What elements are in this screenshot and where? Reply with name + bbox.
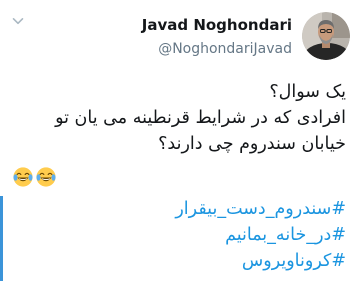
author-display-name[interactable]: Javad Noghondari	[142, 15, 292, 35]
tweet-text-line: خیابان سندروم چی دارند؟	[158, 134, 346, 154]
tweet-text: یک سوال؟ افرادی که در شرایط قرنطینه می ی…	[11, 79, 346, 157]
tweet-header: Javad Noghondari @NoghondariJavad	[142, 12, 350, 60]
hashtag-link[interactable]: #کرونا‌ویروس	[175, 248, 346, 274]
face-with-tears-of-joy-icon: 😂	[13, 167, 33, 187]
avatar[interactable]	[302, 12, 350, 60]
avatar-image	[302, 12, 350, 60]
hashtag-link[interactable]: #سندروم_دست_بیقرار	[175, 196, 346, 222]
author-names: Javad Noghondari @NoghondariJavad	[142, 12, 292, 59]
author-handle[interactable]: @NoghondariJavad	[142, 39, 292, 59]
tweet-card: Javad Noghondari @NoghondariJavad یک سوا…	[0, 0, 360, 281]
selection-accent-bar	[0, 196, 3, 281]
hashtag-list: #سندروم_دست_بیقرار #در_خانه_بمانیم #کرون…	[175, 196, 346, 274]
emoji-row: 😂 😂	[12, 166, 57, 188]
tweet-text-line: افرادی که در شرایط قرنطینه می یان تو	[55, 108, 346, 128]
chevron-down-icon[interactable]	[12, 15, 24, 27]
face-with-tears-of-joy-icon: 😂	[36, 167, 56, 187]
tweet-text-line: یک سوال؟	[269, 82, 346, 102]
hashtag-link[interactable]: #در_خانه_بمانیم	[175, 222, 346, 248]
